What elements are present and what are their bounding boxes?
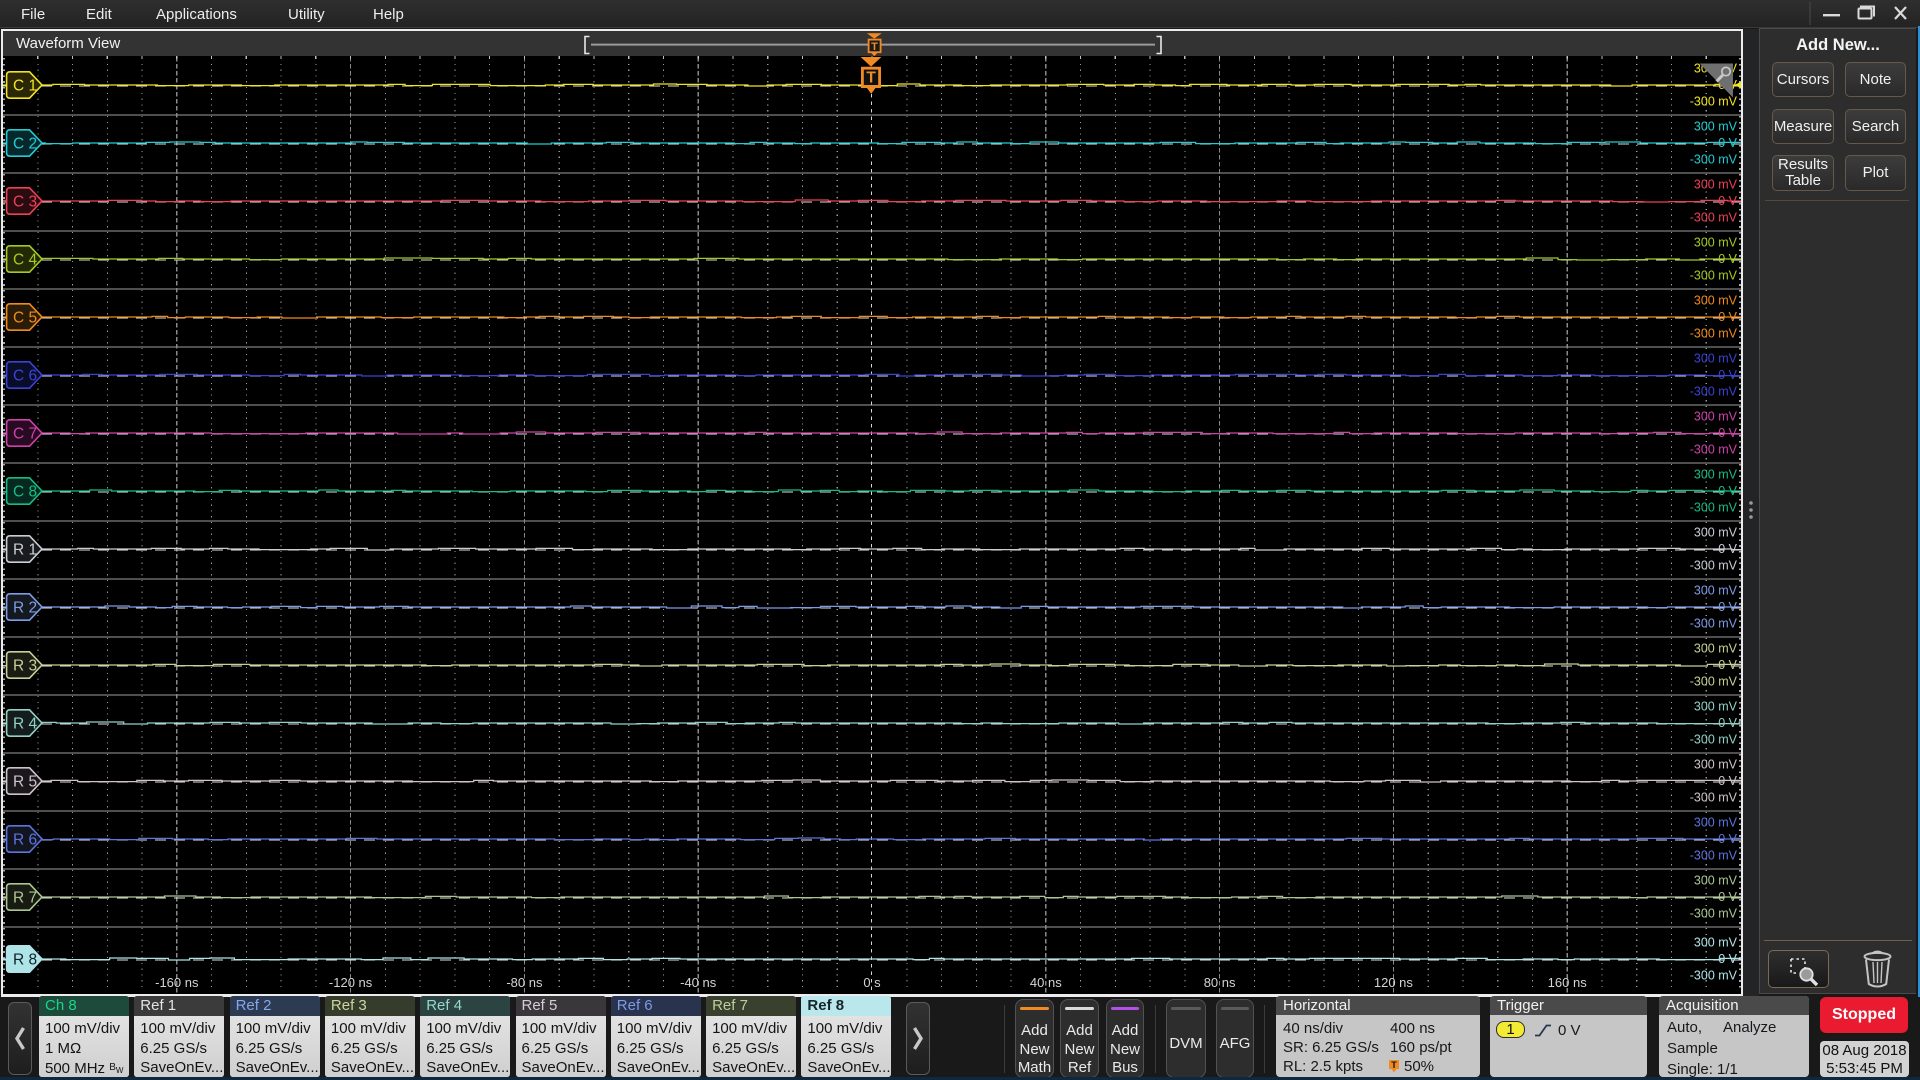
- svg-text:160 ns: 160 ns: [1548, 975, 1588, 990]
- svg-text:80 ns: 80 ns: [1204, 975, 1236, 990]
- svg-text:-300 mV: -300 mV: [1690, 385, 1738, 399]
- svg-text:0 V: 0 V: [1718, 252, 1737, 266]
- svg-text:300 mV: 300 mV: [1694, 936, 1738, 950]
- svg-text:300 mV: 300 mV: [1694, 236, 1738, 250]
- svg-text:0 V: 0 V: [1718, 542, 1737, 556]
- svg-text:0 V: 0 V: [1718, 952, 1737, 966]
- svg-text:300 mV: 300 mV: [1694, 120, 1738, 134]
- svg-text:300 mV: 300 mV: [1694, 468, 1738, 482]
- svg-text:-300 mV: -300 mV: [1690, 501, 1738, 515]
- svg-text:C 6: C 6: [13, 368, 37, 385]
- svg-text:0 V: 0 V: [1718, 658, 1737, 672]
- svg-text:0 V: 0 V: [1718, 484, 1737, 498]
- svg-text:C 5: C 5: [13, 310, 37, 327]
- svg-text:C 4: C 4: [13, 252, 38, 269]
- svg-text:0 V: 0 V: [1718, 716, 1737, 730]
- svg-text:-300 mV: -300 mV: [1690, 733, 1738, 747]
- svg-text:0 V: 0 V: [1718, 832, 1737, 846]
- svg-text:-300 mV: -300 mV: [1690, 907, 1738, 921]
- svg-text:300 mV: 300 mV: [1694, 584, 1738, 598]
- svg-text:-40 ns: -40 ns: [680, 975, 717, 990]
- svg-text:0 V: 0 V: [1718, 774, 1737, 788]
- svg-text:R 2: R 2: [13, 600, 37, 617]
- svg-text:0 V: 0 V: [1718, 310, 1737, 324]
- svg-text:300 mV: 300 mV: [1694, 758, 1738, 772]
- svg-text:-80 ns: -80 ns: [506, 975, 543, 990]
- svg-text:300 mV: 300 mV: [1694, 410, 1738, 424]
- svg-text:-300 mV: -300 mV: [1690, 269, 1738, 283]
- svg-text:0 V: 0 V: [1718, 426, 1737, 440]
- svg-text:R 6: R 6: [13, 832, 37, 849]
- svg-text:0 s: 0 s: [863, 975, 881, 990]
- svg-text:300 mV: 300 mV: [1694, 526, 1738, 540]
- svg-text:-160 ns: -160 ns: [155, 975, 199, 990]
- svg-text:R 4: R 4: [13, 716, 38, 733]
- svg-text:R 8: R 8: [13, 952, 37, 969]
- svg-text:-300 mV: -300 mV: [1690, 617, 1738, 631]
- svg-text:0 V: 0 V: [1718, 136, 1737, 150]
- svg-text:120 ns: 120 ns: [1374, 975, 1414, 990]
- svg-text:-300 mV: -300 mV: [1690, 675, 1738, 689]
- svg-text:-300 mV: -300 mV: [1690, 153, 1738, 167]
- svg-text:-120 ns: -120 ns: [329, 975, 373, 990]
- svg-text:300 mV: 300 mV: [1694, 874, 1738, 888]
- svg-text:C 2: C 2: [13, 136, 37, 153]
- svg-text:300 mV: 300 mV: [1694, 352, 1738, 366]
- svg-text:C 1: C 1: [13, 78, 37, 95]
- svg-text:-300 mV: -300 mV: [1690, 211, 1738, 225]
- svg-text:-300 mV: -300 mV: [1690, 969, 1738, 983]
- svg-text:-300 mV: -300 mV: [1690, 849, 1738, 863]
- svg-text:300 mV: 300 mV: [1694, 178, 1738, 192]
- svg-text:300 mV: 300 mV: [1694, 642, 1738, 656]
- svg-text:-300 mV: -300 mV: [1690, 95, 1738, 109]
- svg-text:0 V: 0 V: [1718, 890, 1737, 904]
- svg-text:R 3: R 3: [13, 658, 37, 675]
- svg-text:T: T: [1391, 1060, 1397, 1070]
- svg-text:300 mV: 300 mV: [1694, 700, 1738, 714]
- svg-text:-300 mV: -300 mV: [1690, 559, 1738, 573]
- svg-text:R 7: R 7: [13, 890, 37, 907]
- svg-text:0 V: 0 V: [1718, 368, 1737, 382]
- svg-text:T: T: [866, 70, 876, 87]
- svg-text:0 V: 0 V: [1718, 600, 1737, 614]
- svg-text:300 mV: 300 mV: [1694, 816, 1738, 830]
- svg-text:-300 mV: -300 mV: [1690, 791, 1738, 805]
- svg-text:-300 mV: -300 mV: [1690, 327, 1738, 341]
- svg-text:C 7: C 7: [13, 426, 37, 443]
- svg-text:R 1: R 1: [13, 542, 37, 559]
- svg-text:R 5: R 5: [13, 774, 37, 791]
- svg-text:300 mV: 300 mV: [1694, 294, 1738, 308]
- svg-text:40 ns: 40 ns: [1030, 975, 1062, 990]
- svg-text:0 V: 0 V: [1718, 194, 1737, 208]
- svg-text:C 8: C 8: [13, 484, 37, 501]
- svg-text:-300 mV: -300 mV: [1690, 443, 1738, 457]
- svg-text:T: T: [871, 41, 878, 53]
- svg-text:C 3: C 3: [13, 194, 37, 211]
